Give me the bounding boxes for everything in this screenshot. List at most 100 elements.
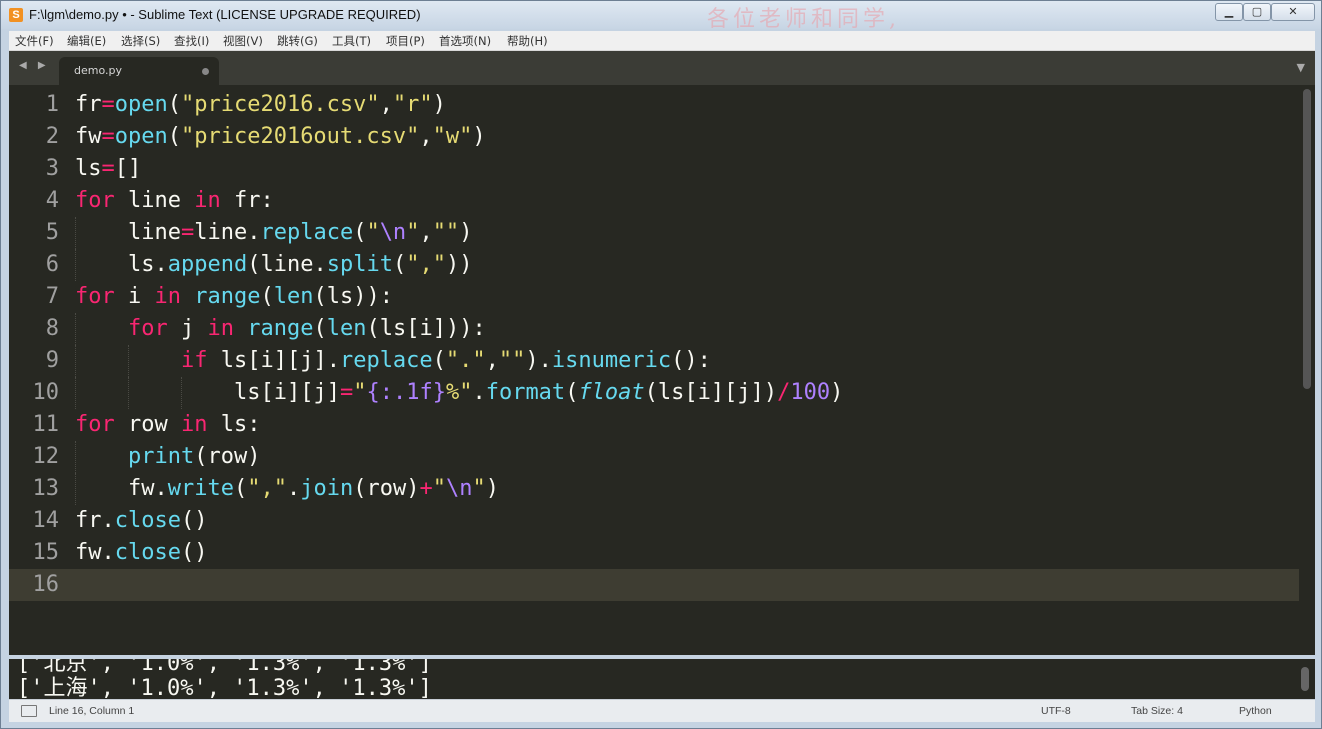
window-title: F:\lgm\demo.py • - Sublime Text (LICENSE… [29, 7, 421, 22]
code-token: (row) [194, 444, 261, 469]
code-line[interactable]: 11 for row in ls: [9, 409, 1299, 441]
menu-item[interactable]: 工具(T) [332, 33, 371, 49]
code-line[interactable]: 9 if ls[i][j].replace(".","").isnumeric()… [9, 345, 1299, 377]
code-token: ( [233, 476, 248, 501]
code-text: for i in range(len(ls)): [75, 281, 393, 313]
menu-item[interactable]: 首选项(N) [439, 33, 491, 49]
code-token: close [114, 540, 181, 565]
panel-toggle-icon[interactable] [21, 705, 37, 717]
code-text: fr=open("price2016.csv","r") [75, 89, 446, 121]
line-number: 15 [32, 540, 60, 565]
line-number: 12 [32, 444, 60, 469]
code-line[interactable]: 16 [9, 569, 1299, 601]
menu-item[interactable]: 文件(F) [15, 33, 54, 49]
output-console[interactable]: ['北京', '1.0%', '1.3%', '1.3%'] ['上海', '1… [9, 655, 1315, 699]
code-line[interactable]: 3 ls=[] [9, 153, 1299, 185]
code-token: in [207, 316, 235, 341]
close-button[interactable]: ✕ [1271, 3, 1315, 21]
code-token: "price2016out.csv" [180, 124, 420, 149]
cursor-position: Line 16, Column 1 [49, 705, 135, 717]
code-token: fw. [128, 476, 168, 501]
code-token: write [167, 476, 234, 501]
code-token: (line. [247, 252, 327, 277]
code-token: " [366, 220, 380, 245]
code-token: ) [485, 476, 499, 501]
code-token: . [286, 476, 301, 501]
code-token: / [777, 380, 791, 405]
unsaved-dot-icon[interactable] [202, 68, 209, 75]
code-line[interactable]: 10 ls[i][j]="{:.1f}%".format(float(ls[i][… [9, 377, 1299, 409]
sublime-app-icon: S [9, 8, 23, 22]
code-line[interactable]: 4 for line in fr: [9, 185, 1299, 217]
minimize-button[interactable]: ▁ [1215, 3, 1243, 21]
menu-item[interactable]: 选择(S) [121, 33, 160, 49]
maximize-button[interactable]: ▢ [1243, 3, 1271, 21]
code-token: line [114, 188, 195, 213]
code-line[interactable]: 8 for j in range(len(ls[i])): [9, 313, 1299, 345]
title-bar[interactable]: S F:\lgm\demo.py • - Sublime Text (LICEN… [1, 1, 1321, 32]
code-token: fr [75, 92, 102, 117]
code-token: " [406, 220, 420, 245]
code-token: ) [472, 124, 486, 149]
code-token: "r" [392, 92, 433, 117]
code-token: ls [75, 156, 102, 181]
code-token: ) [432, 92, 446, 117]
code-token: "" [498, 348, 526, 373]
code-token: "," [247, 476, 287, 501]
code-editor[interactable]: 1 fr=open("price2016.csv","r") 2 fw=open("p… [9, 85, 1315, 655]
code-token: "" [432, 220, 460, 245]
code-token: "," [406, 252, 446, 277]
indent-guide [128, 345, 130, 377]
indent-guide [75, 217, 77, 249]
menu-item[interactable]: 帮助(H) [507, 33, 548, 49]
code-token: " [472, 476, 486, 501]
code-token: () [180, 540, 208, 565]
code-text: fw=open("price2016out.csv","w") [75, 121, 486, 153]
code-line[interactable]: 6 ls.append(line.split(",")) [9, 249, 1299, 281]
code-token: print [128, 444, 195, 469]
code-line[interactable]: 1 fr=open("price2016.csv","r") [9, 89, 1299, 121]
tab-demo-py[interactable]: demo.py [59, 57, 219, 85]
menu-item[interactable]: 跳转(G) [277, 33, 318, 49]
code-token: ( [167, 124, 181, 149]
code-line[interactable]: 13 fw.write(",".join(row)+"\n") [9, 473, 1299, 505]
code-token: = [101, 124, 115, 149]
menu-item[interactable]: 编辑(E) [67, 33, 106, 49]
code-token: in [180, 412, 208, 437]
code-token: )) [445, 252, 473, 277]
code-token: (): [671, 348, 711, 373]
code-token: ( [313, 316, 327, 341]
syntax-indicator[interactable]: Python [1239, 705, 1272, 717]
code-line[interactable]: 14 fr.close() [9, 505, 1299, 537]
code-token: len [273, 284, 314, 309]
code-token: "w" [432, 124, 473, 149]
code-token: range [247, 316, 314, 341]
code-line[interactable]: 15 fw.close() [9, 537, 1299, 569]
code-line[interactable]: 7 for i in range(len(ls)): [9, 281, 1299, 313]
code-token: " [353, 380, 367, 405]
code-token: float [578, 380, 645, 405]
menu-bar: 文件(F) 编辑(E) 选择(S) 查找(I) 视图(V) 跳转(G) 工具(T) 项目(P)… [9, 31, 1315, 51]
console-scrollbar[interactable] [1301, 667, 1309, 691]
code-line[interactable]: 12 print(row) [9, 441, 1299, 473]
menu-item[interactable]: 查找(I) [174, 33, 209, 49]
tab-size-indicator[interactable]: Tab Size: 4 [1131, 705, 1183, 717]
encoding-indicator[interactable]: UTF-8 [1041, 705, 1071, 717]
menu-item[interactable]: 项目(P) [386, 33, 425, 49]
tab-menu-chevron-down-icon[interactable]: ▼ [1297, 61, 1305, 74]
code-line[interactable]: 5 line=line.replace("\n","") [9, 217, 1299, 249]
line-number: 4 [45, 188, 59, 213]
code-text: fw.write(",".join(row)+"\n") [128, 473, 499, 505]
code-line[interactable]: 2 fw=open("price2016out.csv","w") [9, 121, 1299, 153]
code-token: = [101, 156, 115, 181]
tab-nav-arrows-icon[interactable]: ◀ ▶ [19, 60, 50, 71]
code-token: fr: [220, 188, 274, 213]
code-token: format [485, 380, 566, 405]
menu-item[interactable]: 视图(V) [223, 33, 263, 49]
tab-bar: ◀ ▶ demo.py ▼ [9, 51, 1315, 85]
indent-guide [75, 345, 77, 377]
editor-scrollbar[interactable] [1303, 89, 1311, 389]
line-number: 11 [32, 412, 60, 437]
line-number: 6 [45, 252, 59, 277]
